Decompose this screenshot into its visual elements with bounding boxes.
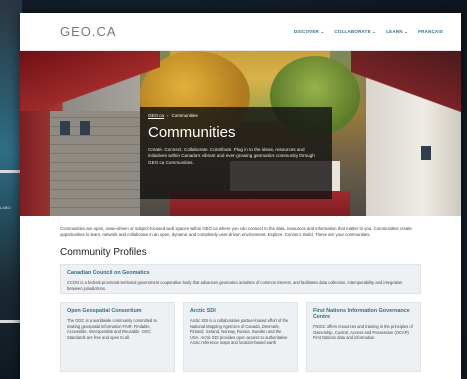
site-logo[interactable]: GEO.CA (60, 24, 117, 39)
profile-card-body: The OGC is a worldwide community committ… (67, 318, 157, 340)
hero-banner: GEO.ca › Communities Communities Create.… (20, 51, 461, 216)
site-header: GEO.CA DISCOVER ⌄ COLLABORATE ⌄ LEARN ⌄ … (20, 13, 461, 51)
section-title: Community Profiles (60, 247, 147, 258)
profile-card-body: FNIGC offers resources and training in t… (313, 324, 413, 341)
main-content: Communities are open, issue-driven or su… (20, 216, 461, 372)
profile-card-title[interactable]: Canadian Council on Geomatics (67, 270, 414, 276)
profile-card-body: Arctic SDI is a collaborative partner-ba… (190, 318, 289, 346)
hero-image-roof (351, 51, 461, 121)
hero-description: Create. Connect. Collaborate. Contribute… (148, 147, 315, 165)
profile-card-title[interactable]: Open Geospatial Consortium (67, 308, 168, 314)
breadcrumb-current: Communities (171, 113, 198, 118)
breadcrumb: GEO.ca › Communities (148, 113, 324, 118)
profile-card-title[interactable]: Arctic SDI (190, 308, 291, 314)
page-title: Communities (148, 124, 236, 141)
profile-card-ogc[interactable]: Open Geospatial Consortium The OGC is a … (60, 302, 175, 372)
intro-text: Communities are open, issue-driven or su… (60, 226, 412, 237)
background-label: LABO (0, 205, 11, 210)
profile-card-body: CCOG is a federal-provincial-territorial… (67, 280, 403, 291)
profile-card-title[interactable]: First Nations Information Governance Cen… (313, 308, 414, 320)
background-divider (0, 170, 22, 173)
profile-card-ccog[interactable]: Canadian Council on Geomatics CCOG is a … (60, 264, 421, 294)
background-window: LABO (0, 0, 22, 379)
hero-image-window (421, 146, 431, 160)
background-divider (0, 320, 22, 323)
main-nav: DISCOVER ⌄ COLLABORATE ⌄ LEARN ⌄ FRANÇAI… (294, 29, 443, 35)
nav-language-toggle[interactable]: FRANÇAIS (418, 29, 443, 34)
nav-discover[interactable]: DISCOVER ⌄ (294, 29, 325, 35)
nav-learn[interactable]: LEARN ⌄ (386, 29, 408, 35)
hero-image-window (80, 121, 90, 135)
profile-card-fnigc[interactable]: First Nations Information Governance Cen… (306, 302, 421, 372)
nav-collaborate[interactable]: COLLABORATE ⌄ (334, 29, 376, 35)
breadcrumb-separator-icon: › (167, 113, 169, 118)
hero-image-window (60, 121, 70, 135)
hero-image-roof (20, 51, 160, 111)
browser-page: GEO.CA DISCOVER ⌄ COLLABORATE ⌄ LEARN ⌄ … (20, 13, 461, 379)
breadcrumb-home-link[interactable]: GEO.ca (148, 113, 164, 118)
hero-text-panel: GEO.ca › Communities Communities Create.… (140, 107, 332, 199)
profile-card-row: Open Geospatial Consortium The OGC is a … (60, 302, 421, 372)
profile-card-arctic-sdi[interactable]: Arctic SDI Arctic SDI is a collaborative… (183, 302, 298, 372)
